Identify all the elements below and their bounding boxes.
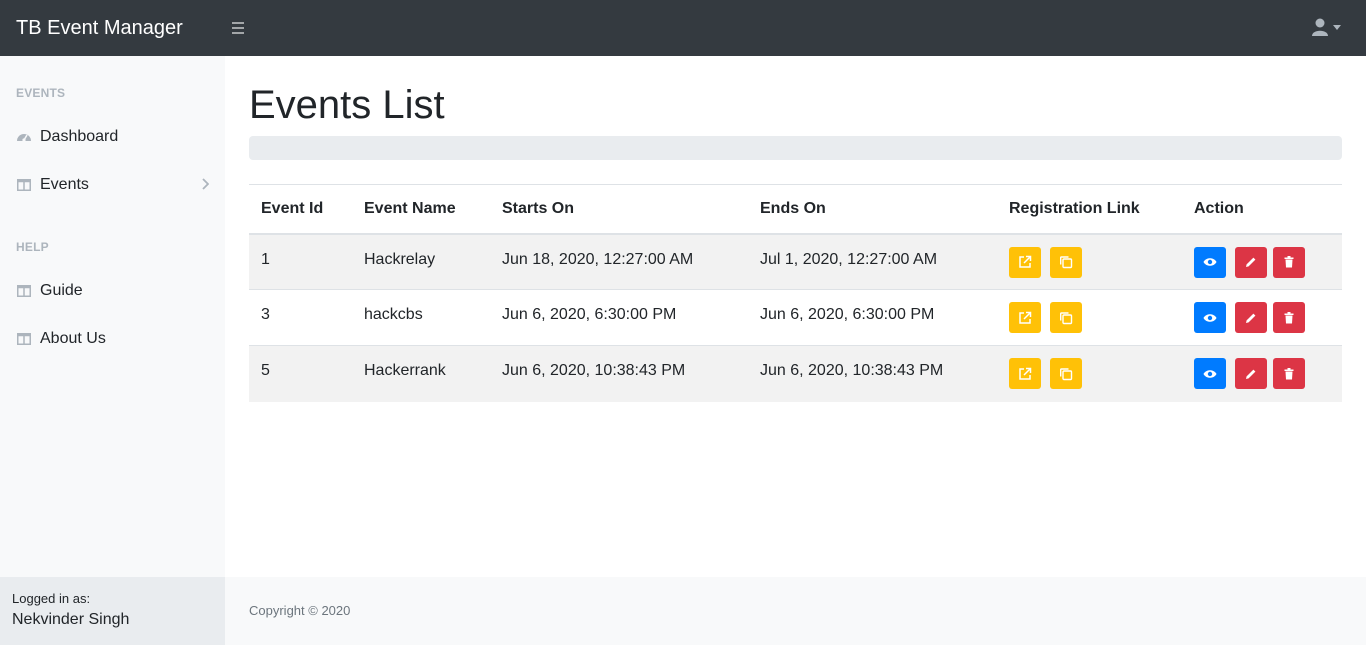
top-navbar: TB Event Manager [0, 0, 1366, 56]
pencil-icon [1246, 313, 1256, 323]
action-cell [1182, 289, 1342, 346]
open-link-button[interactable] [1009, 246, 1041, 278]
copy-link-button[interactable] [1050, 358, 1082, 389]
delete-button[interactable] [1273, 246, 1305, 278]
copy-link-button[interactable] [1050, 246, 1082, 278]
external-link-icon [1019, 311, 1032, 324]
table-row: 5 Hackerrank Jun 6, 2020, 10:38:43 PM Ju… [249, 345, 1342, 402]
sidebar-item-label: Events [40, 176, 89, 193]
user-menu-dropdown[interactable] [1310, 16, 1346, 40]
external-link-icon [1019, 367, 1032, 380]
registration-link-cell [997, 289, 1182, 346]
edit-button[interactable] [1235, 246, 1267, 278]
chevron-right-icon [202, 178, 209, 190]
trash-icon [1284, 256, 1294, 268]
logged-in-label: Logged in as: [12, 591, 91, 606]
action-cell [1182, 345, 1342, 402]
events-table: Event Id Event Name Starts On Ends On Re… [249, 184, 1342, 402]
event-name-cell: Hackerrank [352, 345, 490, 402]
sidebar-heading-events: EVENTS [16, 86, 66, 100]
event-id-cell: 3 [249, 289, 352, 346]
columns-icon [16, 283, 32, 299]
event-name-cell: hackcbs [352, 289, 490, 346]
table-row: 3 hackcbs Jun 6, 2020, 6:30:00 PM Jun 6,… [249, 289, 1342, 346]
hamburger-icon-bar [232, 27, 244, 29]
starts-on-cell: Jun 6, 2020, 6:30:00 PM [490, 289, 748, 346]
event-id-cell: 5 [249, 345, 352, 402]
tachometer-icon [16, 129, 32, 145]
trash-icon [1284, 311, 1294, 323]
sidebar-item-label: About Us [40, 330, 106, 347]
main-content: Events List Event Id Event Name Starts O… [225, 56, 1366, 577]
registration-link-cell [997, 345, 1182, 402]
view-button[interactable] [1194, 302, 1226, 333]
app-brand[interactable]: TB Event Manager [16, 16, 183, 40]
sidebar-item-label: Guide [40, 282, 83, 299]
delete-button[interactable] [1273, 358, 1305, 389]
sidebar-item-events[interactable]: Events [0, 165, 225, 205]
column-header: Ends On [748, 184, 997, 235]
columns-icon [16, 177, 32, 193]
starts-on-cell: Jun 6, 2020, 10:38:43 PM [490, 345, 748, 402]
pencil-icon [1246, 257, 1256, 267]
column-header: Event Name [352, 184, 490, 235]
registration-link-cell [997, 233, 1182, 290]
sidebar: EVENTS Dashboard Events HELP Guide About… [0, 56, 225, 577]
hamburger-icon [232, 22, 244, 24]
open-link-button[interactable] [1009, 358, 1041, 389]
sidebar-item-dashboard[interactable]: Dashboard [0, 117, 225, 157]
sidebar-footer: Logged in as: Nekvinder Singh [0, 577, 225, 645]
column-header: Action [1182, 184, 1342, 235]
sidebar-toggle-button[interactable] [232, 18, 248, 38]
hamburger-icon-bar [232, 32, 244, 34]
ends-on-cell: Jun 6, 2020, 6:30:00 PM [748, 289, 997, 346]
action-cell [1182, 233, 1342, 290]
view-button[interactable] [1194, 246, 1226, 278]
copy-icon [1060, 367, 1073, 380]
starts-on-cell: Jun 18, 2020, 12:27:00 AM [490, 233, 748, 290]
ends-on-cell: Jul 1, 2020, 12:27:00 AM [748, 233, 997, 290]
copy-link-button[interactable] [1050, 302, 1082, 333]
table-header-row: Event Id Event Name Starts On Ends On Re… [249, 184, 1342, 235]
edit-button[interactable] [1235, 302, 1267, 333]
page-footer: Copyright © 2020 [225, 577, 1366, 645]
delete-button[interactable] [1273, 302, 1305, 333]
open-link-button[interactable] [1009, 302, 1041, 333]
edit-button[interactable] [1235, 358, 1267, 389]
pencil-icon [1246, 369, 1256, 379]
view-button[interactable] [1194, 358, 1226, 389]
columns-icon [16, 331, 32, 347]
sidebar-item-label: Dashboard [40, 128, 119, 145]
logged-in-user: Nekvinder Singh [12, 611, 130, 628]
table-row: 1 Hackrelay Jun 18, 2020, 12:27:00 AM Ju… [249, 233, 1342, 290]
sidebar-item-guide[interactable]: Guide [0, 271, 225, 311]
sidebar-item-about-us[interactable]: About Us [0, 319, 225, 359]
event-id-cell: 1 [249, 233, 352, 290]
column-header: Starts On [490, 184, 748, 235]
sidebar-heading-help: HELP [16, 240, 49, 254]
breadcrumb [249, 136, 1342, 160]
eye-icon [1203, 369, 1217, 378]
column-header: Registration Link [997, 184, 1182, 235]
copyright-text: Copyright © 2020 [249, 603, 351, 618]
user-icon [1312, 18, 1341, 36]
copy-icon [1060, 311, 1073, 324]
ends-on-cell: Jun 6, 2020, 10:38:43 PM [748, 345, 997, 402]
eye-icon [1203, 313, 1217, 322]
event-name-cell: Hackrelay [352, 233, 490, 290]
eye-icon [1203, 258, 1217, 266]
copy-icon [1060, 256, 1073, 269]
trash-icon [1284, 367, 1294, 379]
column-header: Event Id [249, 184, 352, 235]
external-link-icon [1019, 255, 1032, 268]
page-title: Events List [249, 83, 445, 127]
